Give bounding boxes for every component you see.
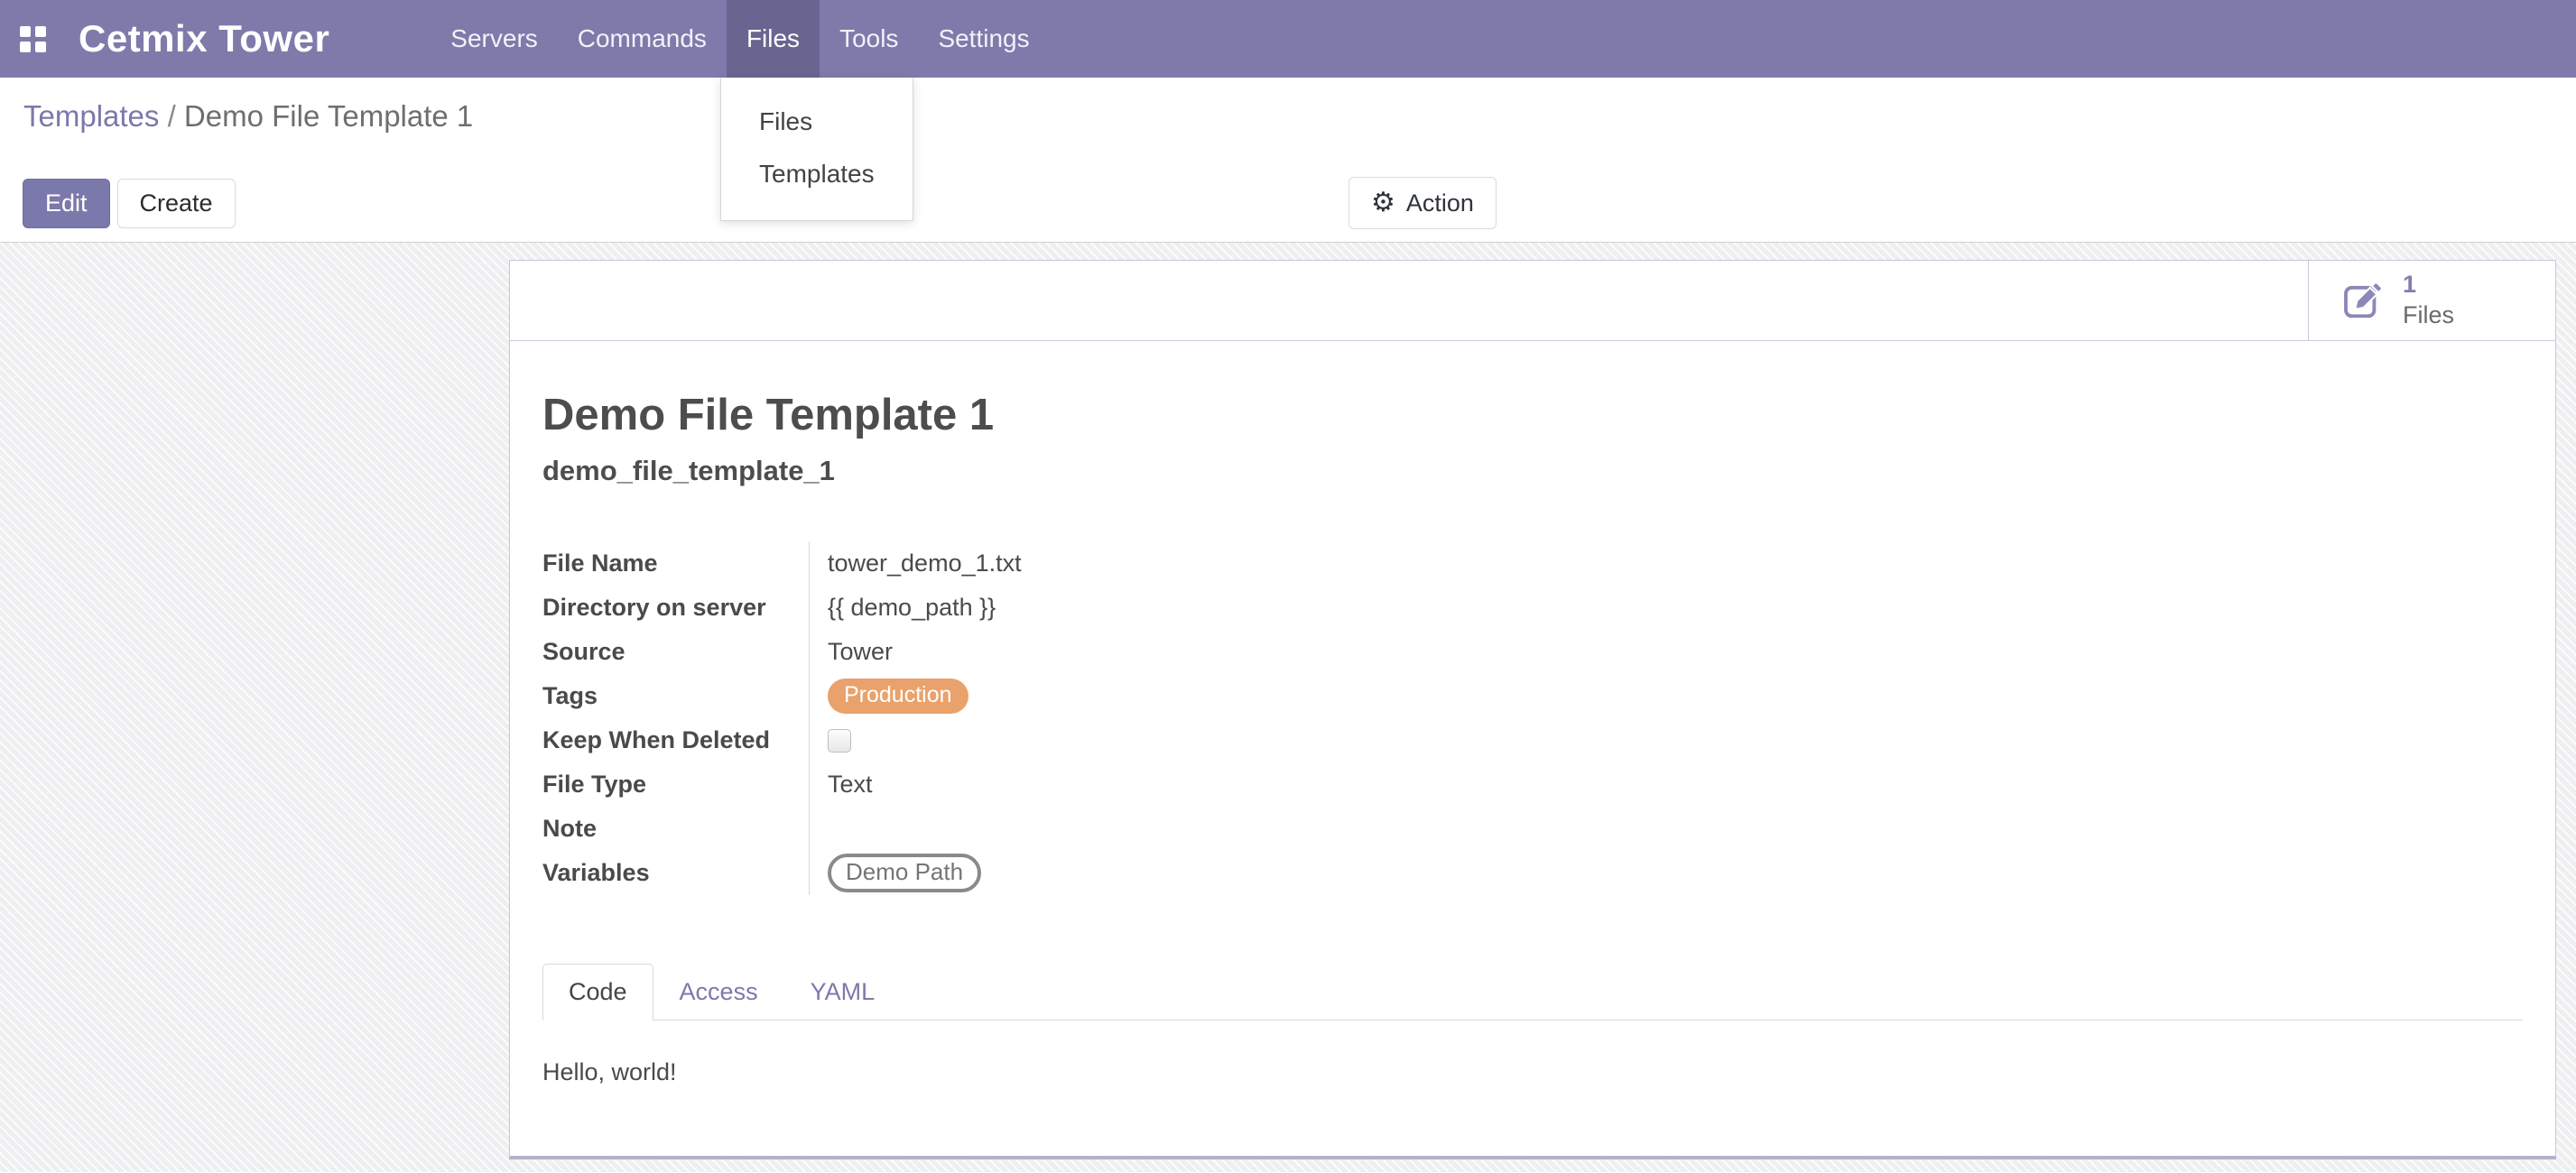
files-dropdown-menu: Files Templates <box>720 78 913 221</box>
field-label-directory: Directory on server <box>542 586 810 630</box>
nav-item-commands[interactable]: Commands <box>558 0 727 78</box>
code-tab-content: Hello, world! <box>542 1021 2523 1124</box>
field-value-file-name: tower_demo_1.txt <box>810 541 2523 586</box>
content-background: 1 Files Demo File Template 1 demo_file_t… <box>0 243 2576 1172</box>
field-label-tags: Tags <box>542 674 810 718</box>
tab-yaml[interactable]: YAML <box>784 964 902 1021</box>
variable-demo-path-pill[interactable]: Demo Path <box>828 854 981 892</box>
files-stat-button[interactable]: 1 Files <box>2308 261 2555 340</box>
form-sheet: 1 Files Demo File Template 1 demo_file_t… <box>509 260 2556 1159</box>
pencil-square-icon <box>2341 280 2383 321</box>
tab-access[interactable]: Access <box>653 964 784 1021</box>
breadcrumb-templates-link[interactable]: Templates <box>23 99 159 133</box>
nav-item-files[interactable]: Files <box>727 0 820 78</box>
nav-item-servers[interactable]: Servers <box>431 0 557 78</box>
field-label-source: Source <box>542 630 810 674</box>
brand-title: Cetmix Tower <box>62 0 366 78</box>
apps-menu-button[interactable] <box>0 0 62 78</box>
action-button[interactable]: ⚙ Action <box>1348 177 1496 229</box>
files-count-label: Files <box>2403 300 2454 331</box>
tab-code[interactable]: Code <box>542 964 653 1021</box>
sheet-body: Demo File Template 1 demo_file_template_… <box>510 390 2555 1124</box>
record-title: Demo File Template 1 <box>542 390 2523 440</box>
field-value-keep-when-deleted <box>810 718 2523 762</box>
field-value-file-type: Text <box>810 762 2523 807</box>
keep-when-deleted-checkbox[interactable] <box>828 729 851 753</box>
field-group: File Name tower_demo_1.txt Directory on … <box>542 541 2523 895</box>
button-box: 1 Files <box>510 261 2555 341</box>
gear-icon: ⚙ <box>1371 189 1395 217</box>
action-button-label: Action <box>1406 189 1474 217</box>
breadcrumb: Templates / Demo File Template 1 <box>0 78 2576 134</box>
files-count: 1 <box>2403 270 2454 300</box>
record-subtitle: demo_file_template_1 <box>542 455 2523 487</box>
create-button[interactable]: Create <box>117 179 236 228</box>
stat-text: 1 Files <box>2403 270 2454 331</box>
top-navbar: Cetmix Tower Servers Commands Files Tool… <box>0 0 2576 78</box>
breadcrumb-separator: / <box>168 99 184 133</box>
nav-item-settings[interactable]: Settings <box>918 0 1049 78</box>
control-panel: Templates / Demo File Template 1 Edit Cr… <box>0 78 2576 243</box>
breadcrumb-current: Demo File Template 1 <box>184 99 473 133</box>
main-menu: Servers Commands Files Tools Settings <box>431 0 1049 78</box>
field-label-variables: Variables <box>542 851 810 895</box>
apps-grid-icon <box>20 26 46 52</box>
edit-button[interactable]: Edit <box>23 179 110 228</box>
field-label-file-type: File Type <box>542 762 810 807</box>
field-label-file-name: File Name <box>542 541 810 586</box>
nav-item-tools[interactable]: Tools <box>820 0 918 78</box>
field-value-note <box>810 807 2523 851</box>
field-value-source: Tower <box>810 630 2523 674</box>
dropdown-item-templates[interactable]: Templates <box>721 148 913 200</box>
dropdown-item-files[interactable]: Files <box>721 96 913 148</box>
field-value-variables: Demo Path <box>810 851 2523 895</box>
tag-production[interactable]: Production <box>828 679 968 714</box>
field-value-directory: {{ demo_path }} <box>810 586 2523 630</box>
field-value-tags: Production <box>810 674 2523 718</box>
field-label-keep-when-deleted: Keep When Deleted <box>542 718 810 762</box>
control-panel-buttons: Edit Create <box>23 179 236 228</box>
notebook-tabs: Code Access YAML <box>542 964 2523 1021</box>
field-label-note: Note <box>542 807 810 851</box>
